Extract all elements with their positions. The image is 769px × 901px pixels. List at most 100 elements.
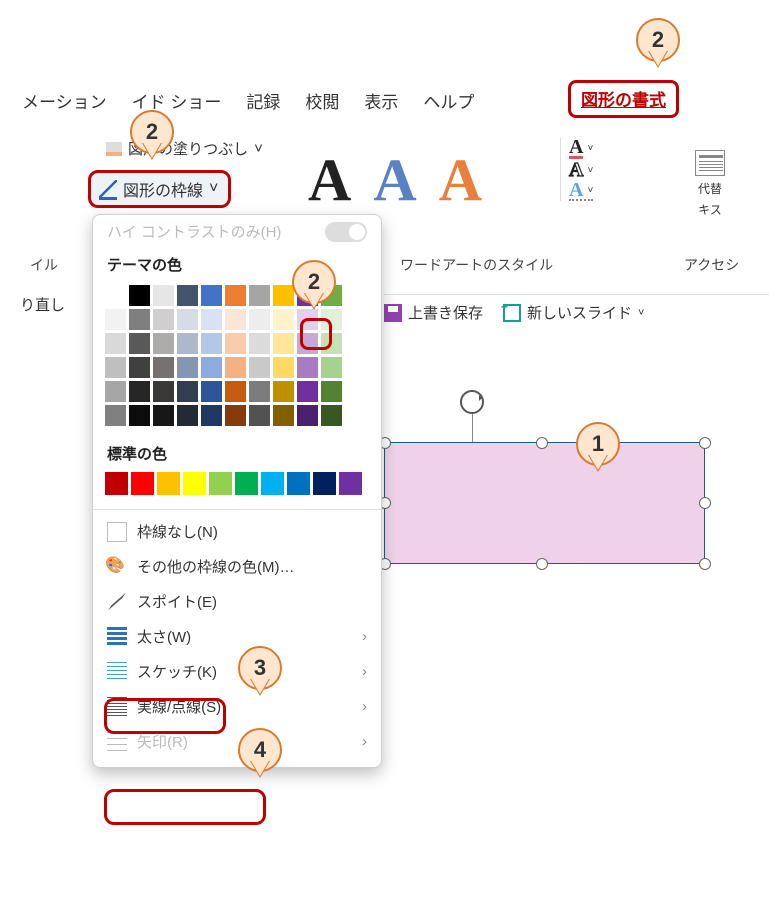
- color-swatch[interactable]: [129, 357, 150, 378]
- color-swatch[interactable]: [249, 309, 270, 330]
- wordart-style-gallery[interactable]: A A A: [308, 150, 482, 210]
- color-swatch[interactable]: [297, 333, 318, 354]
- color-swatch[interactable]: [201, 405, 222, 426]
- color-swatch[interactable]: [261, 472, 284, 495]
- color-swatch[interactable]: [201, 333, 222, 354]
- color-swatch[interactable]: [129, 309, 150, 330]
- resize-handle-e[interactable]: [699, 497, 711, 509]
- text-fill-button[interactable]: A˅: [569, 138, 593, 159]
- text-effects-button[interactable]: A˅: [569, 181, 593, 201]
- color-swatch[interactable]: [225, 309, 246, 330]
- color-swatch[interactable]: [153, 405, 174, 426]
- selected-shape-rectangle[interactable]: [384, 442, 705, 564]
- wordart-style-1[interactable]: A: [308, 150, 351, 210]
- tab-animations[interactable]: メーション: [22, 88, 107, 113]
- color-swatch[interactable]: [157, 472, 180, 495]
- no-outline-item[interactable]: 枠線なし(N): [93, 514, 381, 549]
- color-swatch[interactable]: [225, 357, 246, 378]
- color-swatch[interactable]: [153, 285, 174, 306]
- color-swatch[interactable]: [225, 405, 246, 426]
- wordart-style-2[interactable]: A: [373, 150, 416, 210]
- color-swatch[interactable]: [249, 333, 270, 354]
- color-swatch[interactable]: [105, 333, 126, 354]
- more-outline-colors-item[interactable]: その他の枠線の色(M)…: [93, 549, 381, 584]
- color-swatch[interactable]: [297, 381, 318, 402]
- resize-handle-ne[interactable]: [699, 437, 711, 449]
- color-swatch[interactable]: [153, 309, 174, 330]
- color-swatch[interactable]: [201, 309, 222, 330]
- color-swatch[interactable]: [201, 357, 222, 378]
- tab-shape-format[interactable]: 図形の書式: [568, 80, 679, 118]
- color-swatch[interactable]: [177, 333, 198, 354]
- color-swatch[interactable]: [249, 357, 270, 378]
- color-swatch[interactable]: [177, 285, 198, 306]
- tab-review[interactable]: 校閲: [305, 88, 339, 113]
- shape-outline-button[interactable]: 図形の枠線 ˅: [88, 170, 231, 208]
- color-swatch[interactable]: [129, 381, 150, 402]
- color-swatch[interactable]: [273, 309, 294, 330]
- color-swatch[interactable]: [249, 381, 270, 402]
- tab-slideshow[interactable]: イド ショー: [132, 88, 222, 113]
- color-swatch[interactable]: [249, 285, 270, 306]
- color-swatch[interactable]: [129, 405, 150, 426]
- resize-handle-s[interactable]: [536, 558, 548, 570]
- color-swatch[interactable]: [235, 472, 258, 495]
- color-swatch[interactable]: [177, 357, 198, 378]
- color-swatch[interactable]: [273, 357, 294, 378]
- color-swatch[interactable]: [177, 309, 198, 330]
- color-swatch[interactable]: [225, 285, 246, 306]
- color-swatch[interactable]: [273, 381, 294, 402]
- rotate-handle[interactable]: [460, 390, 484, 414]
- color-swatch[interactable]: [105, 405, 126, 426]
- color-swatch[interactable]: [209, 472, 232, 495]
- color-swatch[interactable]: [321, 381, 342, 402]
- color-swatch[interactable]: [321, 309, 342, 330]
- color-swatch[interactable]: [225, 333, 246, 354]
- color-swatch[interactable]: [273, 333, 294, 354]
- alt-text-button[interactable]: 代替 キス: [695, 150, 725, 218]
- color-swatch[interactable]: [129, 333, 150, 354]
- resize-handle-se[interactable]: [699, 558, 711, 570]
- dashes-item[interactable]: 実線/点線(S) ›: [93, 689, 381, 724]
- color-swatch[interactable]: [313, 472, 336, 495]
- wordart-style-3[interactable]: A: [439, 150, 482, 210]
- color-swatch[interactable]: [201, 381, 222, 402]
- resize-handle-n[interactable]: [536, 437, 548, 449]
- text-outline-button[interactable]: A˅: [569, 161, 593, 179]
- color-swatch[interactable]: [105, 357, 126, 378]
- tab-help[interactable]: ヘルプ: [423, 88, 474, 113]
- color-swatch[interactable]: [105, 285, 126, 306]
- color-swatch[interactable]: [201, 285, 222, 306]
- color-swatch[interactable]: [321, 405, 342, 426]
- color-swatch[interactable]: [287, 472, 310, 495]
- color-swatch[interactable]: [297, 357, 318, 378]
- color-swatch[interactable]: [177, 405, 198, 426]
- color-swatch[interactable]: [105, 309, 126, 330]
- tab-record[interactable]: 記録: [246, 88, 280, 113]
- color-swatch[interactable]: [321, 333, 342, 354]
- new-slide-button[interactable]: 新しいスライド ˅: [503, 302, 644, 323]
- eyedropper-item[interactable]: スポイト(E): [93, 584, 381, 619]
- color-swatch[interactable]: [297, 405, 318, 426]
- high-contrast-toggle[interactable]: [325, 222, 367, 242]
- tab-view[interactable]: 表示: [364, 88, 398, 113]
- color-swatch[interactable]: [249, 405, 270, 426]
- color-swatch[interactable]: [153, 381, 174, 402]
- color-swatch[interactable]: [273, 405, 294, 426]
- color-swatch[interactable]: [153, 357, 174, 378]
- color-swatch[interactable]: [131, 472, 154, 495]
- color-swatch[interactable]: [105, 472, 128, 495]
- color-swatch[interactable]: [225, 381, 246, 402]
- color-swatch[interactable]: [129, 285, 150, 306]
- sketch-item[interactable]: スケッチ(K) ›: [93, 654, 381, 689]
- shape-fill-button[interactable]: 図形の塗りつぶし ˅: [106, 138, 263, 159]
- weight-item[interactable]: 太さ(W) ›: [93, 619, 381, 654]
- color-swatch[interactable]: [339, 472, 362, 495]
- color-swatch[interactable]: [183, 472, 206, 495]
- save-button[interactable]: 上書き保存: [384, 302, 483, 323]
- color-swatch[interactable]: [321, 357, 342, 378]
- color-swatch[interactable]: [105, 381, 126, 402]
- color-swatch[interactable]: [273, 285, 294, 306]
- color-swatch[interactable]: [153, 333, 174, 354]
- color-swatch[interactable]: [177, 381, 198, 402]
